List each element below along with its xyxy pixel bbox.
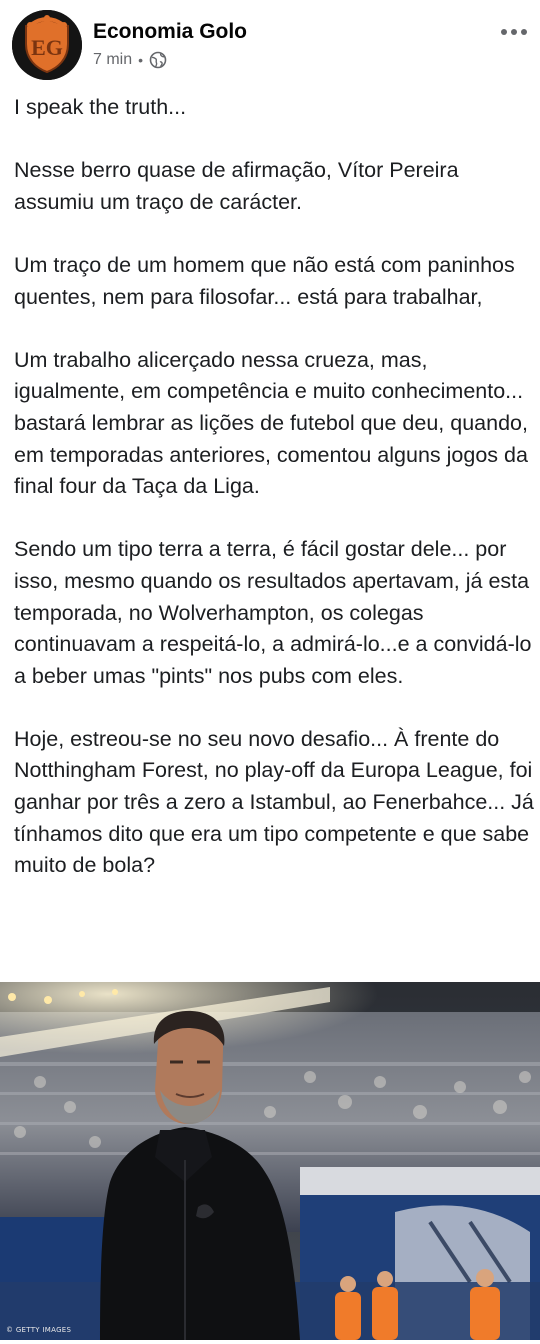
economia-golo-logo: EG — [12, 10, 82, 80]
post-paragraph: Sendo um tipo terra a terra, é fácil gos… — [14, 537, 538, 688]
globe-icon[interactable] — [149, 51, 167, 69]
post-photo[interactable]: © GETTY IMAGES — [0, 982, 540, 1340]
avatar[interactable]: EG — [12, 10, 82, 80]
meta-separator: • — [138, 52, 144, 68]
post-paragraph: Nesse berro quase de afirmação, Vítor Pe… — [14, 158, 465, 214]
post-header: EG Economia Golo 7 min • — [0, 0, 540, 88]
photo-credit: © GETTY IMAGES — [6, 1326, 72, 1334]
post-body: I speak the truth... Nesse berro quase d… — [14, 92, 534, 882]
post-meta: 7 min • — [93, 51, 167, 69]
post-time[interactable]: 7 min — [93, 51, 132, 69]
post-paragraph: I speak the truth... — [14, 95, 187, 119]
page-name[interactable]: Economia Golo — [93, 20, 247, 44]
post-paragraph: Um traço de um homem que não está com pa… — [14, 252, 521, 309]
post-paragraph: Hoje, estreou-se no seu novo desafio... … — [14, 726, 540, 878]
post-paragraph: Um trabalho alicerçado nessa crueza, mas… — [14, 347, 534, 499]
logo-text: EG — [31, 35, 63, 60]
coach-stadium-photo — [0, 982, 540, 1340]
more-options-icon[interactable] — [498, 20, 530, 44]
